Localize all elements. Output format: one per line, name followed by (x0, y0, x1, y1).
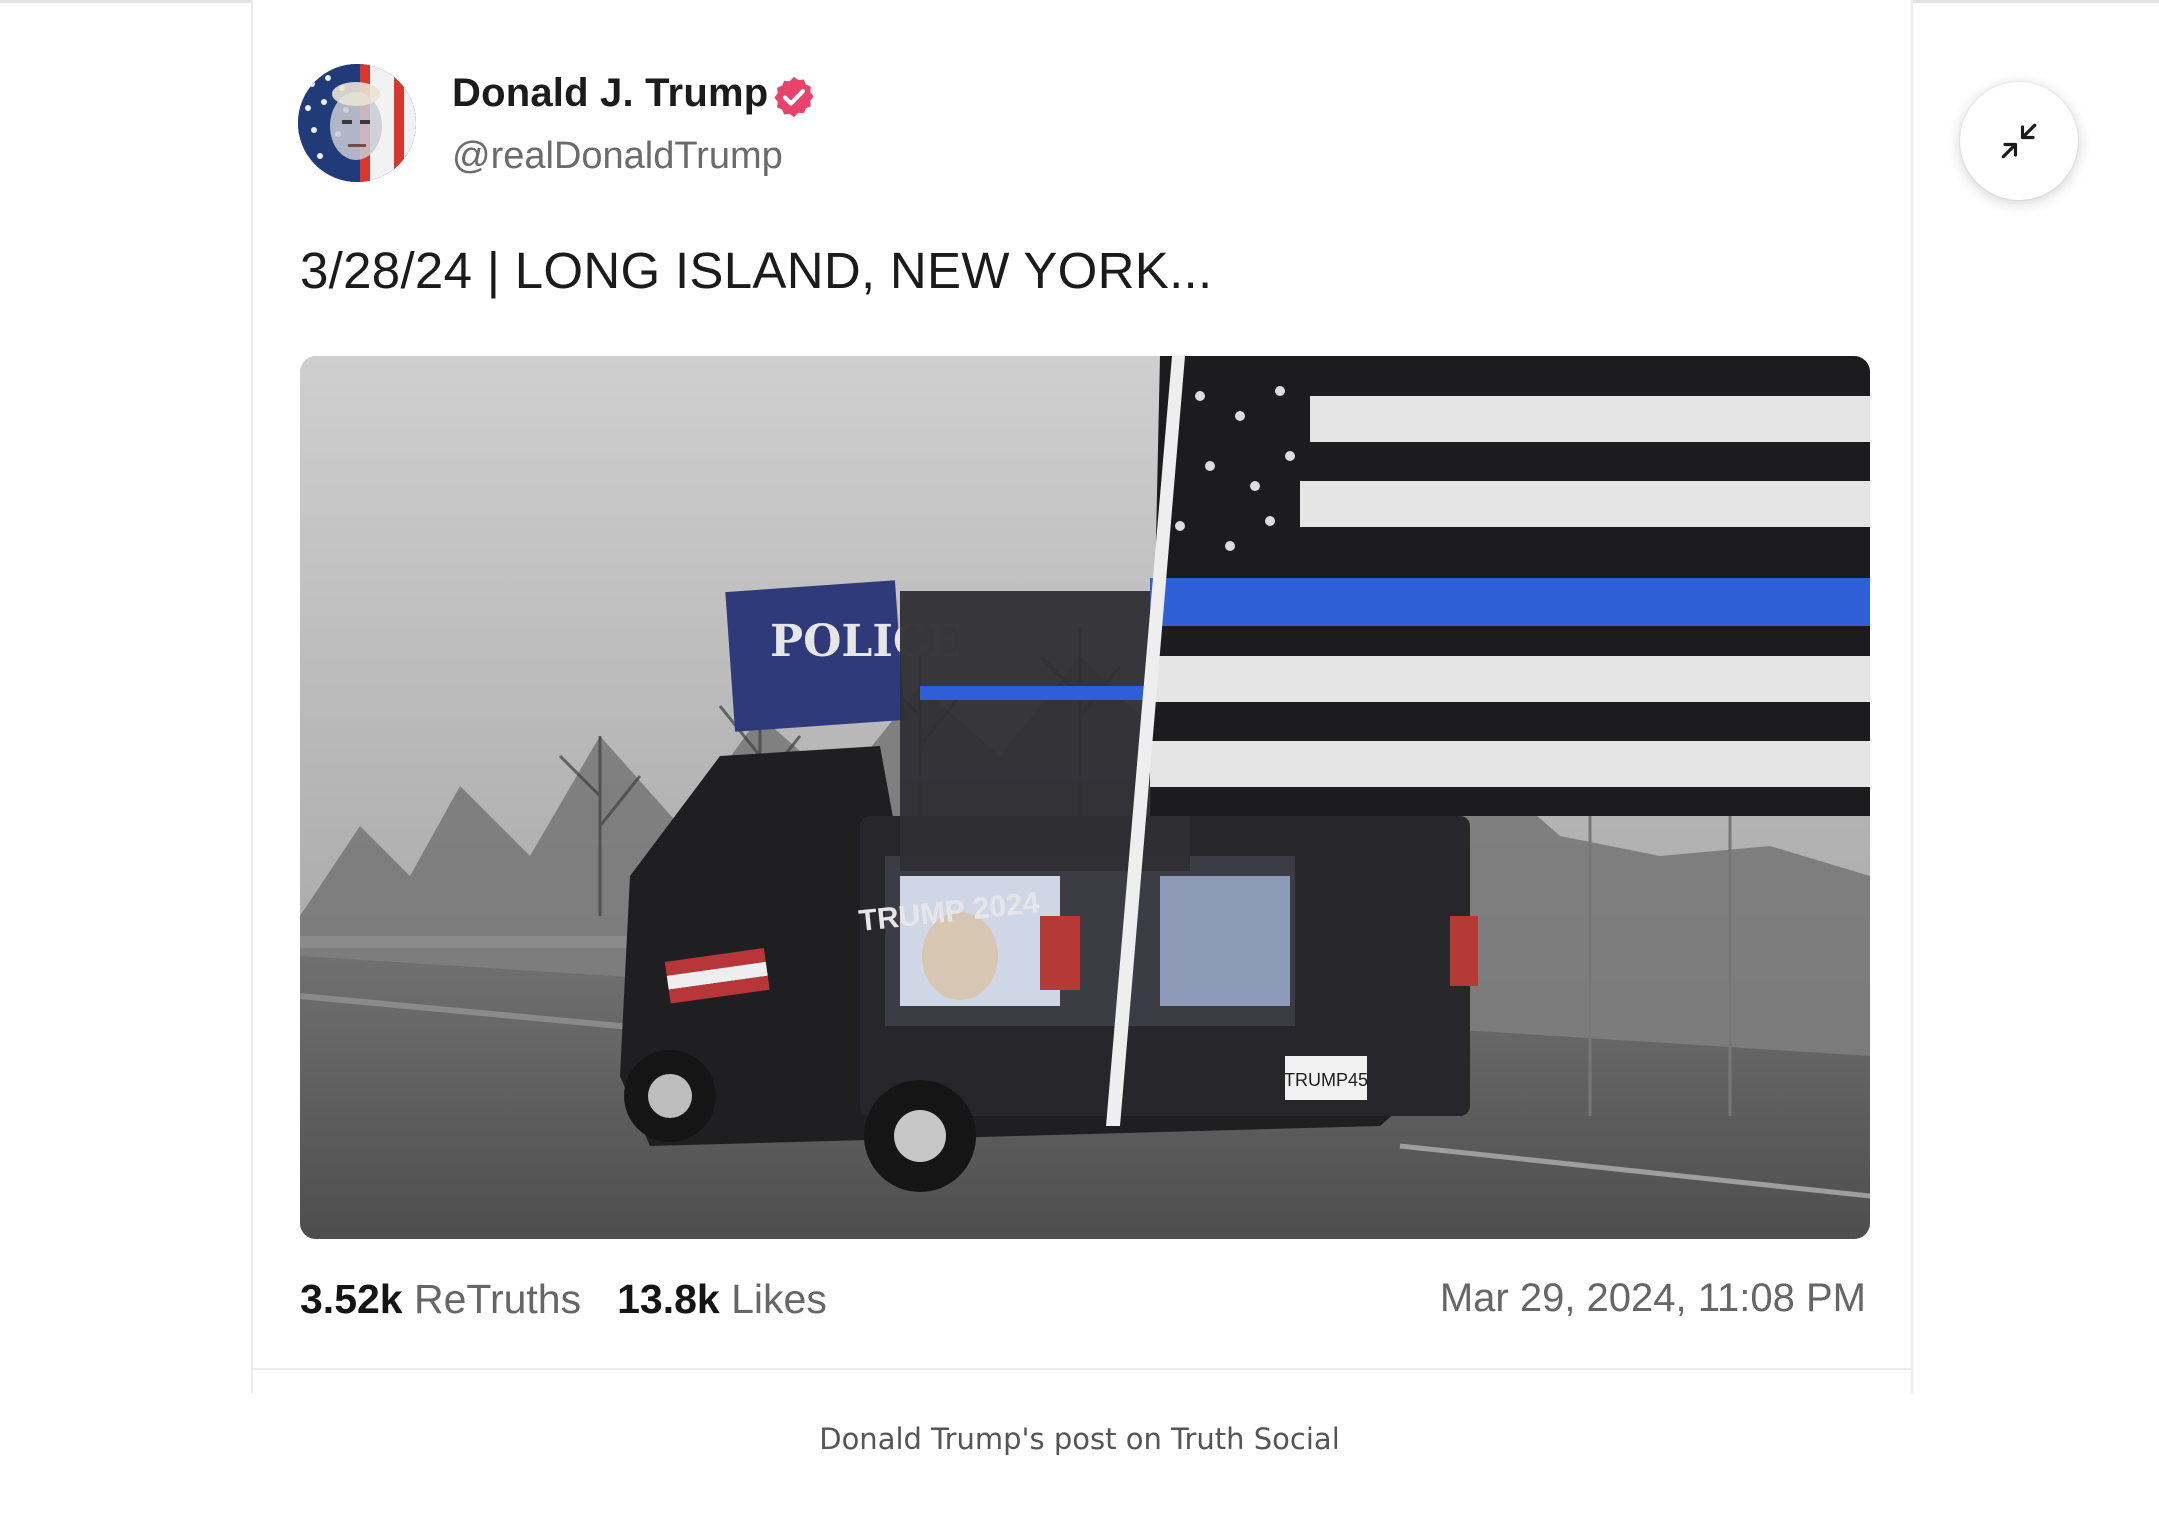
card-divider (253, 1368, 1911, 1370)
truck-plate: TRUMP45 (1284, 1070, 1368, 1090)
collapse-button[interactable] (1960, 82, 2078, 200)
post-card: Donald J. Trump @realDonaldTrump 3/28/24… (251, 0, 1913, 1394)
image-caption: Donald Trump's post on Truth Social (819, 1422, 1340, 1456)
avatar[interactable] (298, 64, 416, 182)
avatar-image (298, 64, 416, 182)
verified-badge-icon (774, 76, 814, 118)
likes-count[interactable]: 13.8k (617, 1276, 720, 1322)
post-stats: 3.52k ReTruths 13.8k Likes (300, 1276, 827, 1323)
likes-label[interactable]: Likes (731, 1276, 827, 1322)
post-media[interactable]: TRUMP45 TRUMP 2024 POLICE (300, 356, 1870, 1239)
post-text: 3/28/24 | LONG ISLAND, NEW YORK... (300, 242, 1213, 299)
author-name[interactable]: Donald J. Trump (452, 71, 768, 116)
retruths-label[interactable]: ReTruths (414, 1276, 581, 1322)
post-photo: TRUMP45 TRUMP 2024 POLICE (300, 356, 1870, 1239)
post-date[interactable]: Mar 29, 2024, 11:08 PM (1440, 1276, 1866, 1321)
retruths-count[interactable]: 3.52k (300, 1276, 403, 1322)
collapse-arrows-icon (2001, 123, 2037, 159)
author-handle[interactable]: @realDonaldTrump (452, 135, 783, 178)
